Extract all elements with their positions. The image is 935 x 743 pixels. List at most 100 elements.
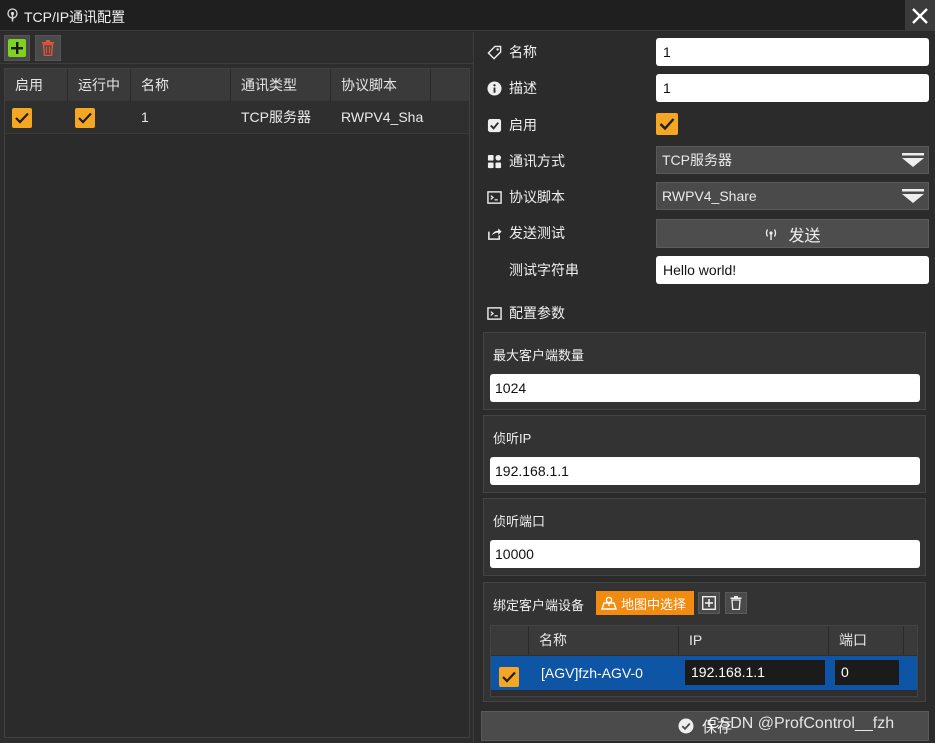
max-clients-input[interactable]: 1024 bbox=[490, 374, 920, 402]
max-clients-label: 最大客户端数量 bbox=[493, 348, 585, 363]
column-header-running[interactable]: 运行中 bbox=[68, 69, 131, 101]
checkmark-icon bbox=[78, 113, 92, 124]
column-header-client-ip[interactable]: IP bbox=[679, 626, 829, 655]
comm-mode-label: 通讯方式 bbox=[509, 153, 565, 169]
column-header-type[interactable]: 通讯类型 bbox=[231, 69, 331, 101]
connection-list-pane: 启用 运行中 名称 通讯类型 协议脚本 1 TCP服务器 RWPV4_Sha bbox=[0, 32, 474, 743]
enabled-toggle[interactable] bbox=[656, 113, 678, 135]
protocol-script-label: 协议脚本 bbox=[509, 189, 565, 205]
description-label-row: 描述 bbox=[487, 77, 537, 99]
checkmark-icon bbox=[15, 113, 29, 124]
listen-port-label: 侦听端口 bbox=[493, 514, 546, 529]
client-ip-field[interactable]: 192.168.1.1 bbox=[685, 660, 825, 685]
terminal-icon bbox=[487, 190, 502, 204]
send-test-label-row: 发送测试 bbox=[487, 222, 565, 244]
enabled-label: 启用 bbox=[509, 117, 537, 133]
column-header-client-port[interactable]: 端口 bbox=[829, 626, 904, 655]
enabled-checkbox[interactable] bbox=[12, 108, 32, 129]
broadcast-icon bbox=[7, 8, 18, 22]
title-bar: TCP/IP通讯配置 bbox=[0, 0, 935, 31]
tag-icon bbox=[487, 45, 502, 60]
max-clients-section: 最大客户端数量 1024 bbox=[483, 332, 926, 410]
dropdown-arrow-icon bbox=[902, 153, 924, 167]
checkmark-icon bbox=[502, 672, 516, 683]
close-button[interactable] bbox=[905, 0, 935, 31]
listen-ip-label: 侦听IP bbox=[493, 431, 532, 446]
config-params-label: 配置参数 bbox=[509, 305, 565, 321]
add-icon bbox=[702, 596, 716, 610]
protocol-script-label-row: 协议脚本 bbox=[487, 186, 565, 208]
test-string-input[interactable]: Hello world! bbox=[656, 256, 929, 284]
table-row[interactable]: [AGV]fzh-AGV-0 192.168.1.1 0 bbox=[491, 656, 917, 690]
checkmark-icon bbox=[659, 118, 675, 131]
add-icon bbox=[8, 39, 26, 57]
map-icon bbox=[601, 596, 617, 610]
remove-client-button[interactable] bbox=[725, 592, 747, 614]
protocol-script-select[interactable]: RWPV4_Share bbox=[656, 182, 929, 210]
terminal-icon bbox=[487, 306, 502, 320]
select-on-map-label: 地图中选择 bbox=[621, 596, 687, 612]
running-cell[interactable] bbox=[68, 101, 131, 134]
delete-connection-button[interactable] bbox=[35, 35, 61, 61]
description-label: 描述 bbox=[509, 80, 537, 96]
share-icon bbox=[488, 227, 502, 240]
bind-clients-section: 绑定客户端设备 地图中选择 名称 IP 端口 [AGV]fzh-AGV-0 19… bbox=[483, 582, 926, 702]
test-string-label-row: 测试字符串 bbox=[509, 259, 579, 281]
config-params-label-row: 配置参数 bbox=[487, 302, 565, 324]
comm-mode-label-row: 通讯方式 bbox=[487, 150, 565, 172]
list-toolbar bbox=[0, 32, 474, 64]
column-header-filler bbox=[431, 69, 469, 101]
name-label: 名称 bbox=[509, 44, 537, 60]
table-row[interactable]: 1 TCP服务器 RWPV4_Sha bbox=[5, 101, 469, 134]
config-pane: 名称 1 描述 1 启用 通讯方式 TCP服务器 协议脚本 RWPV4_Shar… bbox=[475, 32, 935, 743]
select-on-map-button[interactable]: 地图中选择 bbox=[596, 591, 694, 615]
close-icon bbox=[912, 7, 928, 24]
enabled-label-row: 启用 bbox=[487, 114, 537, 136]
add-connection-button[interactable] bbox=[4, 35, 30, 61]
comm-mode-value: TCP服务器 bbox=[662, 152, 732, 168]
check-circle-icon bbox=[678, 718, 694, 734]
listen-port-input[interactable]: 10000 bbox=[490, 540, 920, 568]
info-icon bbox=[487, 80, 502, 96]
client-check-cell[interactable] bbox=[499, 656, 519, 690]
running-checkbox[interactable] bbox=[75, 108, 95, 129]
bound-clients-table: 名称 IP 端口 [AGV]fzh-AGV-0 192.168.1.1 0 bbox=[490, 625, 918, 697]
checkbox-icon bbox=[487, 118, 502, 132]
listen-port-section: 侦听端口 10000 bbox=[483, 498, 926, 576]
client-port-field[interactable]: 0 bbox=[835, 660, 899, 685]
add-client-button[interactable] bbox=[698, 592, 720, 614]
bound-clients-header: 名称 IP 端口 bbox=[491, 626, 917, 655]
column-header-check bbox=[491, 626, 529, 655]
send-button[interactable]: 发送 bbox=[656, 219, 929, 248]
dropdown-arrow-icon bbox=[902, 189, 924, 203]
send-test-label: 发送测试 bbox=[509, 225, 565, 241]
column-header-name[interactable]: 名称 bbox=[131, 69, 231, 101]
listen-ip-input[interactable]: 192.168.1.1 bbox=[490, 457, 920, 485]
client-name-cell: [AGV]fzh-AGV-0 bbox=[541, 665, 643, 681]
script-cell: RWPV4_Sha bbox=[341, 109, 424, 125]
description-input[interactable]: 1 bbox=[656, 74, 929, 102]
bind-clients-label: 绑定客户端设备 bbox=[493, 598, 585, 613]
client-checkbox[interactable] bbox=[499, 667, 519, 688]
send-button-label: 发送 bbox=[788, 227, 821, 245]
type-cell: TCP服务器 bbox=[241, 109, 311, 125]
trash-icon bbox=[730, 596, 742, 610]
listen-ip-section: 侦听IP 192.168.1.1 bbox=[483, 415, 926, 493]
name-label-row: 名称 bbox=[487, 41, 537, 63]
broadcast-icon bbox=[766, 228, 777, 240]
window-title: TCP/IP通讯配置 bbox=[24, 9, 126, 25]
grid-icon bbox=[487, 154, 502, 168]
connection-table: 启用 运行中 名称 通讯类型 协议脚本 1 TCP服务器 RWPV4_Sha bbox=[4, 68, 470, 738]
enabled-cell[interactable] bbox=[5, 101, 68, 134]
column-header-enabled[interactable]: 启用 bbox=[5, 69, 68, 101]
trash-icon bbox=[42, 40, 54, 56]
column-header-script[interactable]: 协议脚本 bbox=[331, 69, 431, 101]
watermark: CSDN @ProfControl__fzh bbox=[708, 715, 895, 732]
table-header: 启用 运行中 名称 通讯类型 协议脚本 bbox=[5, 69, 469, 101]
name-cell: 1 bbox=[141, 109, 149, 125]
comm-mode-select[interactable]: TCP服务器 bbox=[656, 146, 929, 174]
name-input[interactable]: 1 bbox=[656, 38, 929, 66]
test-string-label: 测试字符串 bbox=[509, 262, 579, 278]
column-header-client-name[interactable]: 名称 bbox=[529, 626, 679, 655]
protocol-script-value: RWPV4_Share bbox=[662, 188, 757, 204]
